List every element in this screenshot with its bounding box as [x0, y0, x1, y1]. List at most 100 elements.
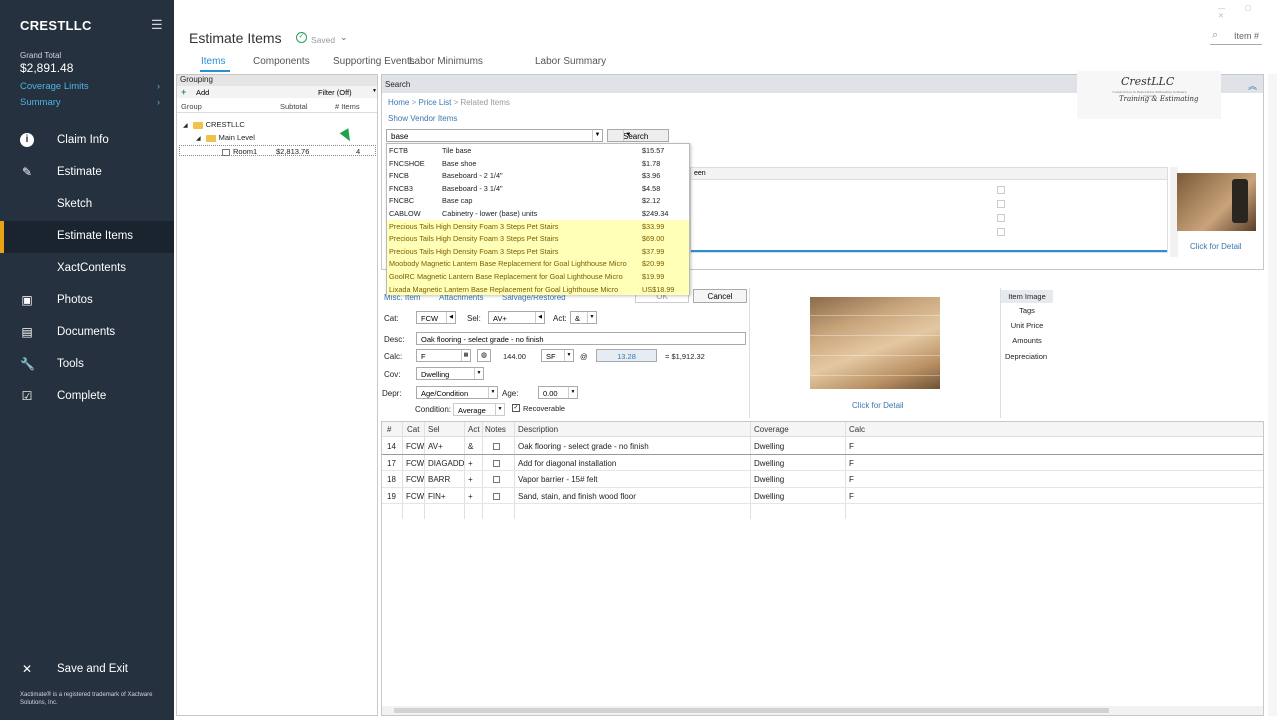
tab-supporting-events[interactable]: Supporting Events: [333, 56, 415, 67]
vendor-suggestion-item[interactable]: GoolRC Magnetic Lantern Base Replacement…: [387, 270, 689, 283]
suggestion-item[interactable]: FNCB Baseboard - 2 1/4" $3.96: [387, 169, 689, 182]
nav-estimate-items[interactable]: Estimate Items: [0, 221, 174, 253]
suggestion-item[interactable]: FNCBC Base cap $2.12: [387, 194, 689, 207]
chevron-down-icon[interactable]: ▼: [568, 387, 577, 398]
col-items[interactable]: # Items: [335, 102, 360, 111]
cat-select[interactable]: FCW ◀: [416, 311, 456, 324]
search-icon[interactable]: ⌕: [1212, 29, 1218, 42]
suggestion-item[interactable]: FCTB Tile base $15.57: [387, 144, 689, 157]
collapse-triangle-icon[interactable]: ◢: [183, 123, 188, 129]
grid-checkbox[interactable]: [997, 200, 1005, 208]
horizontal-scrollbar[interactable]: [382, 706, 1263, 715]
tree-node-level[interactable]: ◢ Main Level: [196, 133, 255, 142]
vendor-suggestion-item[interactable]: Lixada Magnetic Lantern Base Replacement…: [387, 282, 689, 296]
filter-dropdown[interactable]: Filter (Off): [318, 88, 352, 97]
col-calc[interactable]: Calc: [849, 425, 865, 434]
sel-select[interactable]: AV+ ◀: [488, 311, 545, 324]
breadcrumb-home[interactable]: Home: [388, 98, 409, 107]
desc-input[interactable]: Oak flooring - select grade - no finish: [416, 332, 746, 345]
col-coverage[interactable]: Coverage: [754, 425, 789, 434]
condition-select[interactable]: Average ▼: [453, 403, 505, 416]
vertical-scrollbar[interactable]: [1268, 74, 1277, 716]
price-list-search-input[interactable]: base ▼: [386, 129, 603, 142]
nav-tools[interactable]: 🔧 Tools: [0, 349, 174, 381]
grid-checkbox[interactable]: [997, 214, 1005, 222]
note-icon[interactable]: [493, 459, 500, 467]
chevron-down-icon[interactable]: ▼: [592, 130, 602, 141]
menu-item-image[interactable]: Item Image: [1001, 290, 1053, 303]
table-row[interactable]: 17 FCW DIAGADD + Add for diagonal instal…: [382, 455, 1263, 471]
recoverable-checkbox[interactable]: ✓: [512, 404, 520, 412]
age-input[interactable]: 0.00 ▼: [538, 386, 578, 399]
item-image-detail-link[interactable]: Click for Detail: [852, 401, 904, 410]
sketch-icon[interactable]: ◍: [477, 349, 491, 362]
col-group[interactable]: Group: [181, 102, 202, 111]
note-icon[interactable]: [493, 492, 500, 500]
calc-input[interactable]: F ▦: [416, 349, 471, 362]
item-search-input[interactable]: Item #: [1234, 31, 1259, 41]
nav-documents[interactable]: ▤ Documents: [0, 317, 174, 349]
chevron-down-icon[interactable]: ▼: [372, 88, 377, 94]
vendor-suggestion-item[interactable]: Moobody Magnetic Lantern Base Replacemen…: [387, 257, 689, 270]
vendor-suggestion-item[interactable]: Precious Tails High Density Foam 3 Steps…: [387, 244, 689, 258]
col-notes[interactable]: Notes: [485, 425, 506, 434]
col-sel[interactable]: Sel: [428, 425, 440, 434]
nav-sketch[interactable]: Sketch: [0, 189, 174, 221]
tab-labor-summary[interactable]: Labor Summary: [535, 56, 606, 67]
col-act[interactable]: Act: [468, 425, 480, 434]
col-description[interactable]: Description: [518, 425, 558, 434]
col-number[interactable]: #: [387, 425, 391, 434]
suggestion-item[interactable]: FNCSHOE Base shoe $1.78: [387, 157, 689, 170]
collapse-triangle-icon[interactable]: ◢: [196, 136, 201, 142]
note-icon[interactable]: [493, 476, 500, 483]
search-button[interactable]: Search ▼: [607, 129, 669, 142]
col-subtotal[interactable]: Subtotal: [280, 102, 308, 111]
depreciation-select[interactable]: Age/Condition ▼: [416, 386, 498, 399]
tree-node-room[interactable]: Room1 $2,813.76 4: [179, 145, 376, 156]
nav-claim-info[interactable]: i Claim Info: [0, 125, 174, 157]
chevron-down-icon[interactable]: ▼: [587, 312, 596, 323]
chevron-down-icon[interactable]: ▼: [488, 387, 497, 398]
table-row[interactable]: 19 FCW FIN+ + Sand, stain, and finish wo…: [382, 488, 1263, 504]
act-select[interactable]: & ▼: [570, 311, 597, 324]
suggestion-item[interactable]: FNCB3 Baseboard - 3 1/4" $4.58: [387, 182, 689, 195]
nav-estimate[interactable]: ✎ Estimate: [0, 157, 174, 189]
window-controls[interactable]: — ▢ ✕: [1218, 4, 1280, 20]
chevron-down-icon[interactable]: ▼: [495, 404, 504, 415]
menu-depreciation[interactable]: Depreciation: [1001, 352, 1051, 361]
coverage-limits-link[interactable]: Coverage Limits ›: [20, 81, 160, 92]
chevron-down-icon[interactable]: ▼: [623, 130, 633, 141]
vendor-suggestion-item[interactable]: Precious Tails High Density Foam 3 Steps…: [387, 232, 689, 245]
collapse-up-icon[interactable]: ︽: [1248, 79, 1257, 92]
calculator-icon[interactable]: ▦: [461, 350, 470, 361]
grid-checkbox[interactable]: [997, 228, 1005, 236]
item-thumbnail-image[interactable]: [1177, 173, 1256, 231]
col-cat[interactable]: Cat: [407, 425, 419, 434]
suggestion-item[interactable]: CABLOW Cabinetry - lower (base) units $249…: [387, 207, 689, 220]
unit-select[interactable]: SF ▼: [541, 349, 574, 362]
table-row[interactable]: 18 FCW BARR + Vapor barrier - 15# felt D…: [382, 471, 1263, 488]
chevron-down-icon[interactable]: ⌄: [340, 32, 348, 43]
cancel-button[interactable]: Cancel: [693, 289, 747, 303]
show-vendor-items-link[interactable]: Show Vendor Items: [388, 114, 457, 123]
table-row[interactable]: 14 FCW AV+ & Oak flooring - select grade…: [382, 438, 1263, 455]
vendor-suggestion-item[interactable]: Precious Tails High Density Foam 3 Steps…: [387, 219, 689, 233]
plus-icon[interactable]: +: [181, 87, 186, 97]
item-image[interactable]: [810, 297, 940, 389]
tab-components[interactable]: Components: [253, 56, 310, 67]
note-icon[interactable]: [493, 443, 500, 450]
chevron-down-icon[interactable]: ▼: [474, 368, 483, 379]
menu-amounts[interactable]: Amounts: [1001, 336, 1053, 345]
save-and-exit-button[interactable]: ✕ Save and Exit: [0, 654, 174, 686]
menu-unit-price[interactable]: Unit Price: [1001, 321, 1053, 330]
collapse-menu-icon[interactable]: ☰: [151, 17, 163, 33]
summary-link[interactable]: Summary ›: [20, 97, 160, 108]
menu-tags[interactable]: Tags: [1001, 306, 1053, 315]
chevron-down-icon[interactable]: ▼: [564, 350, 573, 361]
chevron-down-icon[interactable]: ◀: [446, 312, 455, 323]
tree-node-root[interactable]: ◢ CRESTLLC: [183, 120, 245, 129]
nav-complete[interactable]: ☑ Complete: [0, 381, 174, 413]
nav-xactcontents[interactable]: XactContents: [0, 253, 174, 285]
nav-photos[interactable]: ▣ Photos: [0, 285, 174, 317]
grid-checkbox[interactable]: [997, 186, 1005, 194]
